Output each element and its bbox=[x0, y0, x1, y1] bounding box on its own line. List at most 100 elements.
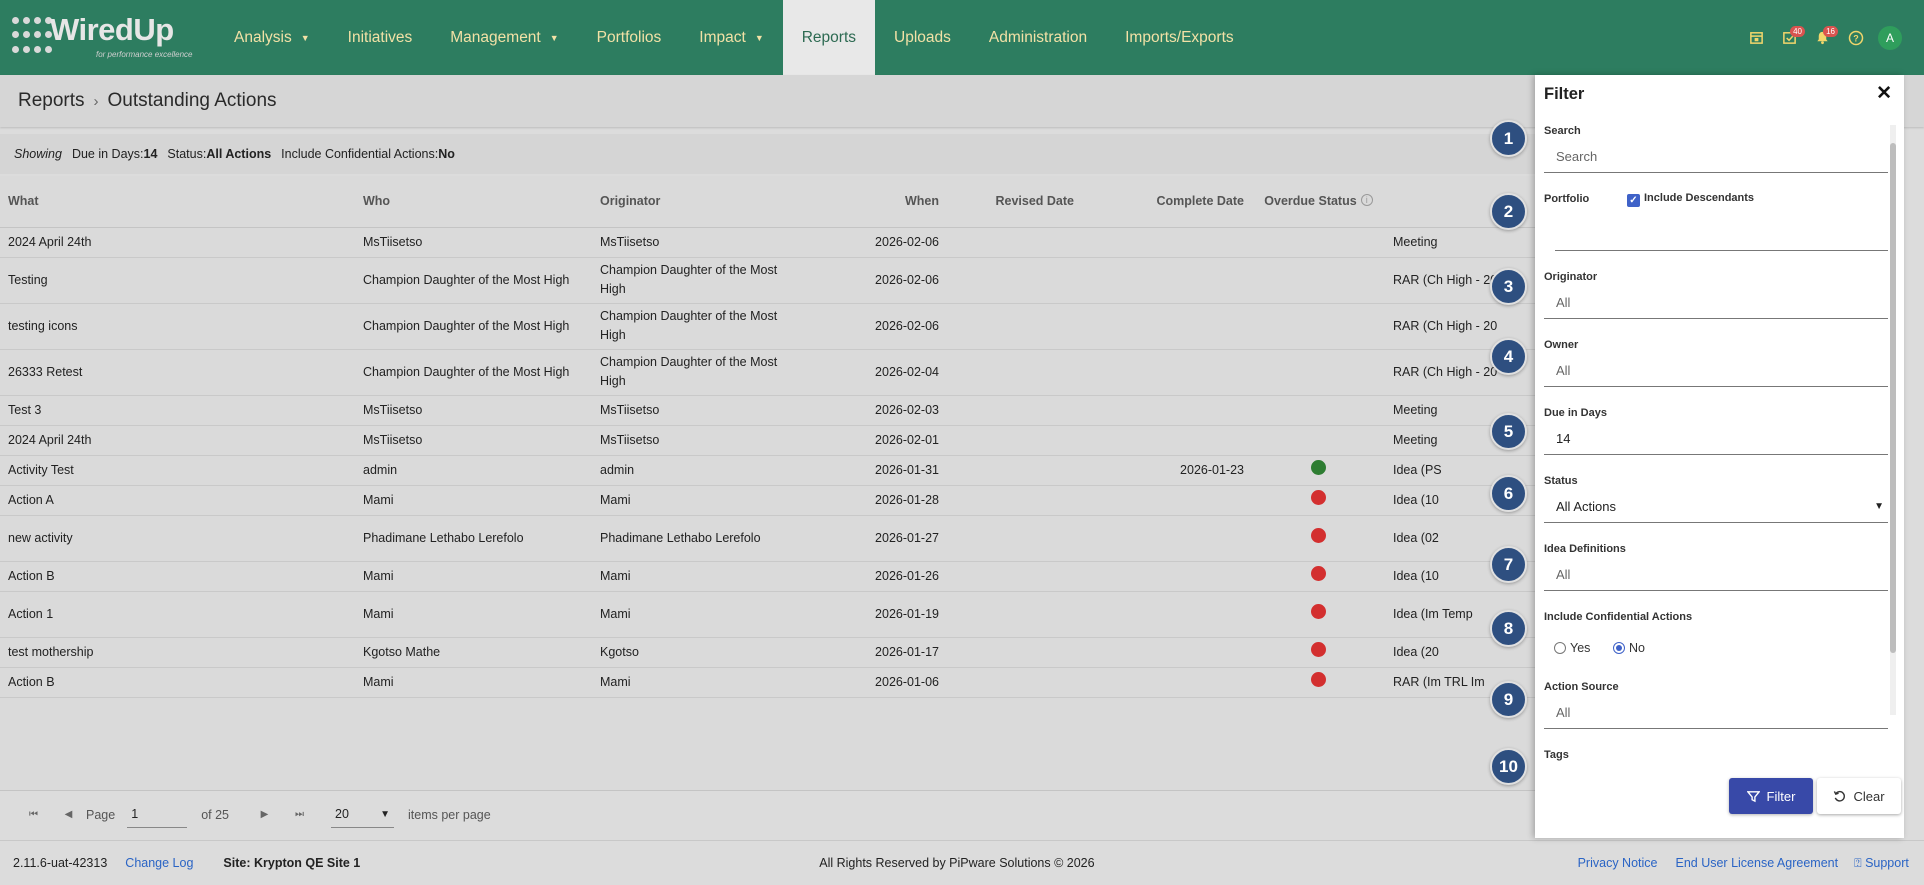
checkbox-checked-icon: ✓ bbox=[1627, 194, 1640, 207]
eula-link[interactable]: End User License Agreement bbox=[1675, 856, 1838, 870]
table-row[interactable]: 2024 April 24th MsTiisetso MsTiisetso 2026-… bbox=[0, 425, 1535, 456]
table-row[interactable]: Action A Mami Mami 2026-01-28 Idea (10 bbox=[0, 485, 1535, 516]
status-red-dot bbox=[1311, 565, 1326, 581]
privacy-link[interactable]: Privacy Notice bbox=[1578, 856, 1658, 870]
cell-when: 2026-01-26 bbox=[797, 561, 947, 592]
prev-page-icon[interactable]: ◀ bbox=[51, 809, 86, 820]
nav-administration[interactable]: Administration bbox=[970, 0, 1106, 75]
col-when[interactable]: When bbox=[797, 176, 947, 228]
nav-management[interactable]: Management ▼ bbox=[431, 0, 577, 75]
col-revised-date[interactable]: Revised Date bbox=[947, 176, 1082, 228]
table-row[interactable]: new activity Phadimane Lethabo Lerefolo Ph… bbox=[0, 515, 1535, 562]
wiredup-logo[interactable]: WiredUp for performance excellence bbox=[0, 0, 215, 75]
nav-analysis[interactable]: Analysis ▼ bbox=[215, 0, 329, 75]
last-page-icon[interactable]: ⏭ bbox=[282, 809, 317, 820]
col-originator[interactable]: Originator bbox=[592, 176, 797, 228]
col-who[interactable]: Who bbox=[355, 176, 592, 228]
footer: 2.11.6-uat-42313 Change Log Site: Krypto… bbox=[0, 840, 1924, 885]
confidential-label: Include Confidential Actions bbox=[1544, 611, 1693, 623]
support-link[interactable]: ⍰ Support bbox=[1854, 856, 1909, 871]
cell-who: Champion Daughter of the Most High bbox=[355, 257, 592, 304]
col-complete-date[interactable]: Complete Date bbox=[1082, 176, 1252, 228]
task-check-icon[interactable]: 40 bbox=[1773, 21, 1806, 54]
cell-overdue-status bbox=[1252, 425, 1385, 456]
nav-impact[interactable]: Impact ▼ bbox=[680, 0, 782, 75]
close-icon[interactable]: ✕ bbox=[1876, 82, 1892, 105]
table-row[interactable]: test mothership Kgotso Mathe Kgotso 2026-01… bbox=[0, 637, 1535, 668]
task-badge: 40 bbox=[1790, 26, 1805, 37]
table-row[interactable]: Testing Champion Daughter of the Most Hig… bbox=[0, 257, 1535, 304]
confidential-no-radio[interactable]: No bbox=[1613, 641, 1645, 655]
table-row[interactable]: testing icons Champion Daughter of the Mo… bbox=[0, 303, 1535, 350]
table-row[interactable]: Action B Mami Mami 2026-01-26 Idea (10 bbox=[0, 561, 1535, 592]
clear-button-label: Clear bbox=[1853, 788, 1885, 804]
cell-originator: Champion Daughter of the Most High bbox=[592, 349, 797, 396]
first-page-icon[interactable]: ⏮ bbox=[16, 809, 51, 820]
owner-select[interactable]: All bbox=[1544, 357, 1888, 387]
nav-portfolios[interactable]: Portfolios bbox=[578, 0, 681, 75]
filter-button[interactable]: Filter bbox=[1729, 778, 1813, 814]
cell-who: Phadimane Lethabo Lerefolo bbox=[355, 515, 592, 562]
step-marker: 10 bbox=[1490, 748, 1527, 785]
idea-definitions-label: Idea Definitions bbox=[1544, 543, 1626, 555]
breadcrumb-root[interactable]: Reports bbox=[18, 90, 85, 112]
top-nav: WiredUp for performance excellence Analy… bbox=[0, 0, 1924, 75]
cell-when: 2026-02-01 bbox=[797, 425, 947, 456]
cell-revised-date bbox=[947, 515, 1082, 562]
info-icon[interactable]: i bbox=[1360, 194, 1373, 207]
caret-down-icon: ▼ bbox=[754, 32, 764, 43]
cell-when: 2026-01-28 bbox=[797, 485, 947, 516]
cell-overdue-status bbox=[1252, 257, 1385, 304]
search-input[interactable]: Search bbox=[1544, 143, 1888, 173]
chevron-right-icon: › bbox=[93, 92, 99, 110]
calendar-icon[interactable] bbox=[1740, 21, 1773, 54]
status-red-dot bbox=[1311, 671, 1326, 687]
action-source-select[interactable]: All bbox=[1544, 699, 1888, 729]
change-log-link[interactable]: Change Log bbox=[125, 856, 193, 870]
pagination: ⏮ ◀ Page of 25 ▶ ⏭ 20 ▼ items per page bbox=[0, 790, 1535, 838]
cell-source: Meeting bbox=[1385, 227, 1535, 258]
status-red-dot bbox=[1311, 527, 1326, 543]
table-row[interactable]: 26333 Retest Champion Daughter of the Mos… bbox=[0, 349, 1535, 396]
confidential-yes-radio[interactable]: Yes bbox=[1554, 641, 1590, 655]
table-row[interactable]: Action B Mami Mami 2026-01-06 RAR (Im TRL Im bbox=[0, 667, 1535, 698]
bell-icon[interactable]: 16 bbox=[1806, 21, 1839, 54]
cell-overdue-status bbox=[1252, 349, 1385, 396]
portfolio-input[interactable] bbox=[1555, 221, 1888, 251]
cell-what: Test 3 bbox=[0, 395, 355, 426]
include-descendants-checkbox[interactable]: ✓ Include Descendants bbox=[1627, 192, 1754, 207]
cell-revised-date bbox=[947, 485, 1082, 516]
next-page-icon[interactable]: ▶ bbox=[247, 809, 282, 820]
col-what[interactable]: What bbox=[0, 176, 355, 228]
table-row[interactable]: Action 1 Mami Mami 2026-01-19 Idea (Im Temp bbox=[0, 591, 1535, 638]
idea-definitions-select[interactable]: All bbox=[1544, 561, 1888, 591]
step-marker: 7 bbox=[1490, 546, 1527, 583]
cell-revised-date bbox=[947, 561, 1082, 592]
col-overdue-status[interactable]: Overdue Status i bbox=[1252, 176, 1385, 228]
clear-button[interactable]: Clear bbox=[1817, 778, 1901, 814]
due-days-input[interactable]: 14 bbox=[1544, 425, 1888, 455]
user-avatar[interactable]: A bbox=[1878, 25, 1902, 50]
status-select[interactable]: All Actions ▼ bbox=[1544, 493, 1888, 523]
status-red-dot bbox=[1311, 641, 1326, 657]
svg-text:?: ? bbox=[1853, 33, 1859, 43]
nav-label: Administration bbox=[988, 28, 1088, 46]
page-number-input[interactable] bbox=[127, 801, 188, 828]
page-size-select[interactable]: 20 ▼ bbox=[331, 802, 395, 828]
nav-initiatives[interactable]: Initiatives bbox=[329, 0, 432, 75]
filter-scrollbar[interactable] bbox=[1890, 125, 1896, 715]
cell-originator: admin bbox=[592, 455, 797, 486]
table-row[interactable]: Activity Test admin admin 2026-01-31 2026-01… bbox=[0, 455, 1535, 486]
nav-reports[interactable]: Reports bbox=[782, 0, 876, 75]
cell-complete-date bbox=[1082, 303, 1252, 350]
table-row[interactable]: Test 3 MsTiisetso MsTiisetso 2026-02-03 Meet… bbox=[0, 395, 1535, 426]
originator-select[interactable]: All bbox=[1544, 289, 1888, 319]
cell-revised-date bbox=[947, 591, 1082, 638]
help-icon[interactable]: ? bbox=[1839, 21, 1872, 54]
search-label: Search bbox=[1544, 125, 1581, 137]
nav-imports-exports[interactable]: Imports/Exports bbox=[1106, 0, 1253, 75]
step-marker: 5 bbox=[1490, 413, 1527, 450]
table-row[interactable]: 2024 April 24th MsTiisetso MsTiisetso 2026-… bbox=[0, 227, 1535, 258]
nav-uploads[interactable]: Uploads bbox=[875, 0, 970, 75]
cell-complete-date bbox=[1082, 485, 1252, 516]
